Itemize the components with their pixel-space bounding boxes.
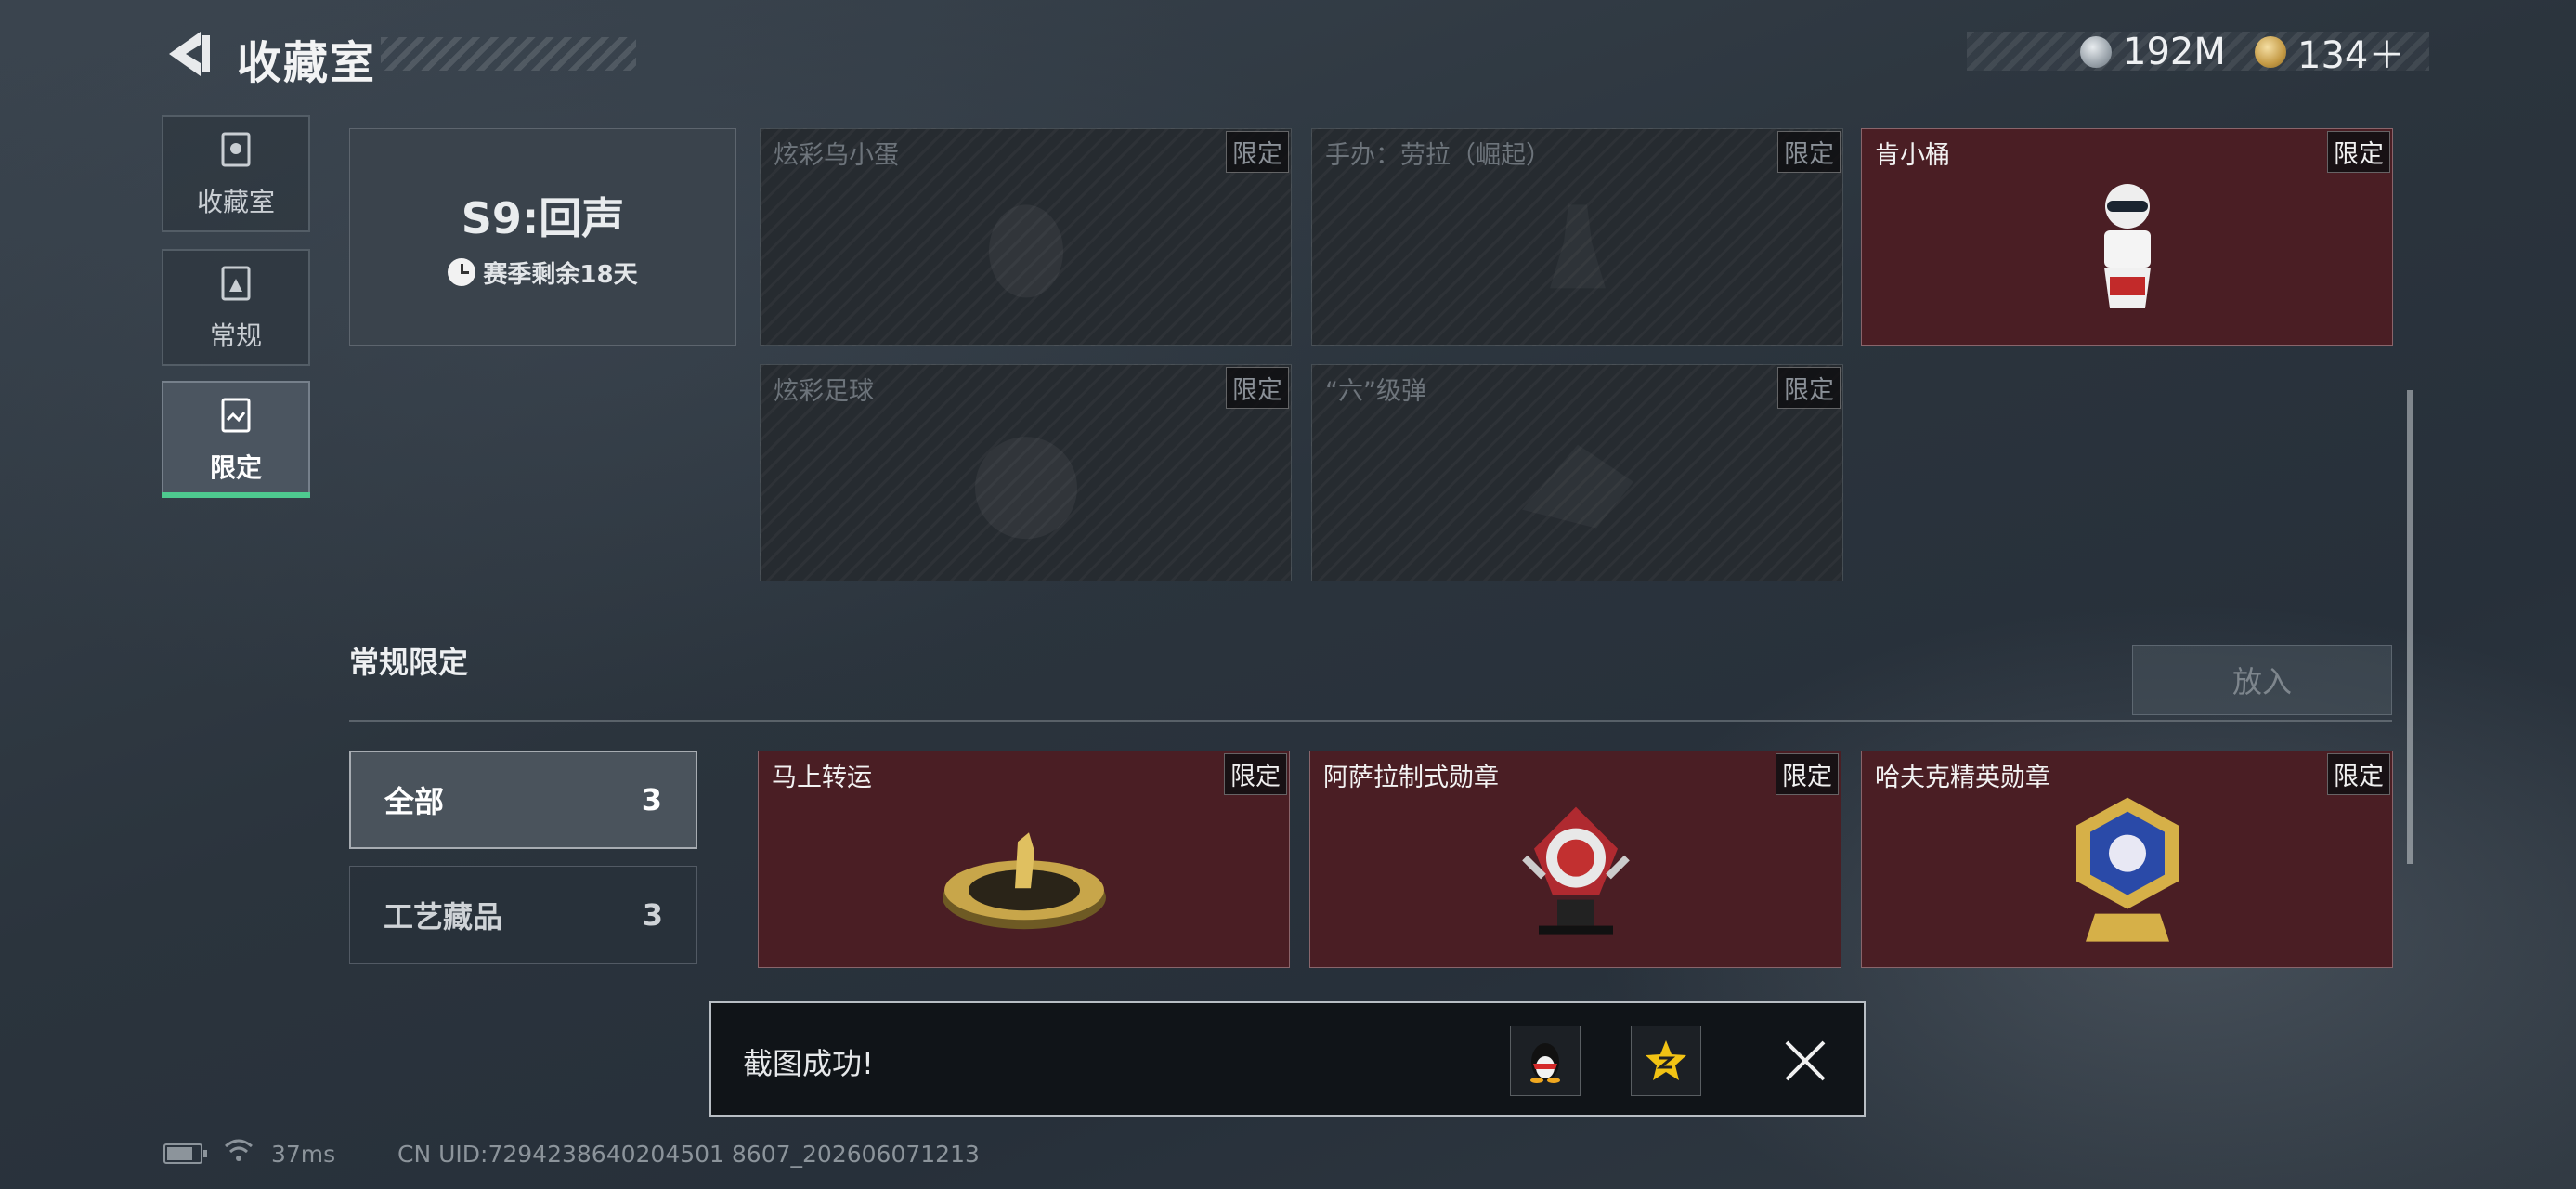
limited-tag: 限定 xyxy=(1224,753,1287,795)
limited-tag: 限定 xyxy=(1226,131,1289,173)
card-name: 炫彩足球 xyxy=(774,377,874,406)
bullet-silhouette-icon xyxy=(1521,444,1633,529)
silver-currency-amount: 192M xyxy=(2123,31,2226,73)
sidebar-item-label: 限定 xyxy=(209,452,262,483)
collection-card-owned[interactable]: 阿萨拉制式勋章 限定 xyxy=(1309,751,1841,968)
silver-coin-icon xyxy=(2080,36,2112,68)
card-name: 马上转运 xyxy=(772,764,872,792)
card-name: 肯小桶 xyxy=(1875,141,1950,170)
season-title: S9:回声 xyxy=(461,192,625,243)
sidebar-item-limited[interactable]: 限定 xyxy=(162,381,310,498)
collection-card-locked[interactable]: 炫彩足球 限定 xyxy=(760,364,1292,581)
qzone-star-icon xyxy=(1646,1040,1686,1080)
battery-icon xyxy=(163,1143,207,1164)
limited-tag: 限定 xyxy=(1777,367,1841,409)
lucky-horse-compass-icon xyxy=(942,832,1106,930)
season-remaining: 赛季剩余18天 xyxy=(448,255,638,290)
limited-tag: 限定 xyxy=(2327,131,2390,173)
filter-count: 3 xyxy=(641,782,662,817)
haavk-elite-medal-icon xyxy=(2075,797,2179,942)
collection-card-locked[interactable]: “六”级弹 限定 xyxy=(1311,364,1843,581)
regular-doc-icon xyxy=(221,266,251,301)
active-tab-indicator xyxy=(162,492,310,498)
battery-fill xyxy=(167,1147,192,1160)
card-name: 手办：劳拉（崛起） xyxy=(1325,141,1551,170)
ping-readout: 37ms xyxy=(271,1141,336,1168)
card-name: 阿萨拉制式勋章 xyxy=(1323,764,1499,792)
sidebar-item-label: 常规 xyxy=(209,320,262,351)
qq-penguin-icon xyxy=(1530,1043,1560,1083)
limited-tag: 限定 xyxy=(1226,367,1289,409)
season-remaining-text: 赛季剩余18天 xyxy=(483,260,638,289)
toast-message: 截图成功! xyxy=(743,1046,874,1081)
collection-card-locked[interactable]: 手办：劳拉（崛起） 限定 xyxy=(1311,128,1843,346)
bucket-figure-icon xyxy=(2103,184,2151,308)
clock-icon xyxy=(448,258,476,286)
put-in-button[interactable]: 放入 xyxy=(2132,645,2392,715)
collection-card-owned[interactable]: 马上转运 限定 xyxy=(758,751,1290,968)
gold-currency[interactable]: 134＋ xyxy=(2255,28,2406,77)
football-silhouette-icon xyxy=(974,437,1077,540)
collection-card-owned[interactable]: 哈夫克精英勋章 限定 xyxy=(1861,751,2393,968)
page-title: 收藏室 xyxy=(237,37,377,89)
wifi-icon xyxy=(225,1139,253,1161)
egg-silhouette-icon xyxy=(988,204,1063,298)
share-qzone-button[interactable] xyxy=(1631,1026,1701,1096)
title-decoration xyxy=(381,37,636,71)
section-title: 常规限定 xyxy=(349,645,469,680)
season-card: S9:回声 赛季剩余18天 xyxy=(349,128,736,346)
sidebar-item-label: 收藏室 xyxy=(196,187,275,217)
gold-currency-amount: 134＋ xyxy=(2297,34,2406,77)
close-icon[interactable] xyxy=(1779,1035,1831,1087)
limited-tag: 限定 xyxy=(2327,753,2390,795)
limited-icon xyxy=(221,398,251,433)
sidebar-item-collection-room[interactable]: 收藏室 xyxy=(162,115,310,232)
filter-label: 工艺藏品 xyxy=(384,899,503,934)
card-name: “六”级弹 xyxy=(1325,377,1426,406)
asala-medal-icon xyxy=(1521,806,1630,935)
gold-coin-icon xyxy=(2255,36,2286,68)
section-divider xyxy=(349,720,2392,722)
uid-readout: CN UID:7294238640204501 8607_20260607121… xyxy=(397,1141,980,1168)
filter-label: 全部 xyxy=(384,784,445,819)
share-qq-button[interactable] xyxy=(1510,1026,1581,1096)
figure-silhouette-icon xyxy=(1549,204,1606,289)
back-arrow-icon[interactable] xyxy=(160,26,215,82)
card-name: 炫彩乌小蛋 xyxy=(774,141,899,170)
scrollbar[interactable] xyxy=(2407,390,2413,864)
sidebar-item-regular[interactable]: 常规 xyxy=(162,249,310,366)
filter-all[interactable]: 全部 3 xyxy=(349,751,697,849)
card-name: 哈夫克精英勋章 xyxy=(1875,764,2050,792)
filter-craft-collectibles[interactable]: 工艺藏品 3 xyxy=(349,866,697,964)
silver-currency: 192M xyxy=(2080,28,2226,76)
limited-tag: 限定 xyxy=(1776,753,1839,795)
screenshot-toast: 截图成功! xyxy=(709,1001,1866,1117)
collection-card-locked[interactable]: 炫彩乌小蛋 限定 xyxy=(760,128,1292,346)
limited-tag: 限定 xyxy=(1777,131,1841,173)
collection-room-icon xyxy=(221,132,251,167)
filter-count: 3 xyxy=(642,897,663,933)
collection-card-owned[interactable]: 肯小桶 限定 xyxy=(1861,128,2393,346)
